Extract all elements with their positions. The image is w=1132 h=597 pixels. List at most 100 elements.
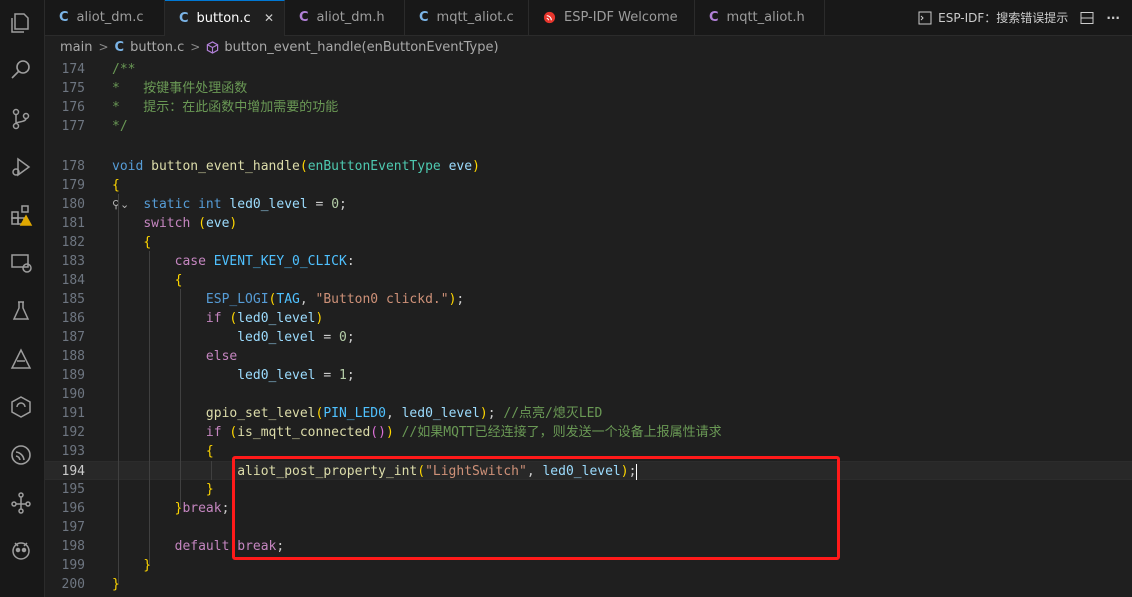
code-line[interactable]: 183 case EVENT_KEY_0_CLICK: [45, 252, 1132, 271]
tree-icon[interactable] [6, 488, 36, 518]
code-line[interactable]: 182 { [45, 233, 1132, 252]
testing-icon[interactable] [6, 296, 36, 326]
line-code: { [174, 273, 183, 288]
line-number: 183 [61, 254, 85, 269]
tab-label: ESP-IDF Welcome [564, 10, 678, 25]
line-number: 191 [61, 406, 85, 421]
code-line[interactable]: 188 else [45, 347, 1132, 366]
code-line[interactable]: 200} [45, 575, 1132, 594]
line-number: 190 [61, 387, 85, 402]
editor-actions: ESP-IDF：搜索错误提示 ··· [918, 0, 1120, 35]
line-code: ESP_LOGI(TAG, "Button0 clickd."); [205, 292, 465, 307]
code-line[interactable]: 180 static int led0_level = 0; [45, 195, 1132, 214]
tab-aliot-dm-c[interactable]: C aliot_dm.c [45, 0, 165, 35]
close-icon[interactable]: ✕ [264, 11, 274, 25]
c-file-icon: C [114, 39, 125, 55]
code-line[interactable]: 191 gpio_set_level(PIN_LED0, led0_level)… [45, 404, 1132, 423]
chip-icon[interactable] [6, 392, 36, 422]
tab-esp-idf-welcome[interactable]: ESP-IDF Welcome [529, 0, 695, 35]
terminal-icon [918, 11, 932, 24]
c-file-icon: C [419, 10, 429, 25]
code-line[interactable]: 185 ESP_LOGI(TAG, "Button0 clickd."); [45, 290, 1132, 309]
line-number: 179 [61, 178, 85, 193]
code-line[interactable]: 175 * 按键事件处理函数 [45, 79, 1132, 98]
tab-mqtt-aliot-c[interactable]: C mqtt_aliot.c [405, 0, 529, 35]
code-line[interactable]: 189 led0_level = 1; [45, 366, 1132, 385]
line-number: 189 [61, 368, 85, 383]
line-code: gpio_set_level(PIN_LED0, led0_level); //… [205, 406, 603, 421]
activity-bar [0, 0, 45, 597]
tab-aliot-dm-h[interactable]: C aliot_dm.h [285, 0, 405, 35]
indent-guide [211, 461, 212, 480]
espressif-icon[interactable] [6, 440, 36, 470]
method-icon [207, 40, 219, 54]
line-number: 186 [61, 311, 85, 326]
line-number: 188 [61, 349, 85, 364]
code-line[interactable]: 178 void button_event_handle(enButtonEven… [45, 157, 1132, 176]
tab-label: button.c [196, 11, 251, 26]
line-code: * 按键事件处理函数 [112, 81, 248, 96]
breadcrumb-symbol[interactable]: button_event_handle(enButtonEventType) [206, 40, 499, 55]
split-editor-icon[interactable] [1080, 11, 1094, 25]
code-line[interactable]: 187 led0_level = 0; [45, 328, 1132, 347]
idf-icon[interactable] [6, 344, 36, 374]
search-icon[interactable] [6, 55, 36, 85]
line-number: 187 [61, 330, 85, 345]
line-code: } [205, 482, 214, 497]
run-debug-icon[interactable] [6, 152, 36, 182]
tab-label: aliot_dm.c [76, 10, 144, 25]
code-line[interactable]: 190 [45, 385, 1132, 404]
line-code: switch (eve) [143, 216, 238, 231]
code-line[interactable]: 179 { [45, 176, 1132, 195]
esp-idf-search-error-button[interactable]: ESP-IDF：搜索错误提示 [918, 9, 1068, 26]
tab-label: mqtt_aliot.h [726, 10, 805, 25]
code-line[interactable]: 186 if (led0_level) [45, 309, 1132, 328]
editor-tab-bar: C aliot_dm.c C button.c ✕ C aliot_dm.h C… [45, 0, 1132, 36]
line-code: if (led0_level) [205, 311, 324, 326]
line-number: 184 [61, 273, 85, 288]
line-code: /** [112, 62, 136, 77]
code-line[interactable]: 177 */ [45, 117, 1132, 136]
more-actions-icon[interactable]: ··· [1106, 11, 1120, 25]
source-control-icon[interactable] [6, 104, 36, 134]
line-number: 198 [61, 539, 85, 554]
explorer-icon[interactable] [6, 8, 36, 38]
line-number: 185 [61, 292, 85, 307]
line-number: 178 [61, 159, 85, 174]
code-line[interactable]: 176 * 提示：在此函数中增加需要的功能 [45, 98, 1132, 117]
line-number: 182 [61, 235, 85, 250]
line-code: else [205, 349, 238, 364]
code-line[interactable]: 184 { [45, 271, 1132, 290]
tab-mqtt-aliot-h[interactable]: C mqtt_aliot.h [695, 0, 825, 35]
line-code: */ [112, 119, 128, 134]
line-code: * 提示：在此函数中增加需要的功能 [112, 100, 339, 115]
line-number: 194 [61, 464, 85, 479]
indent-guide [149, 251, 150, 565]
tab-button-c[interactable]: C button.c ✕ [165, 0, 285, 36]
line-number: 197 [61, 520, 85, 535]
code-editor[interactable]: 174/** 175 * 按键事件处理函数 176 * 提示：在此函数中增加需要的功能 1… [45, 58, 1132, 597]
line-number: 181 [61, 216, 85, 231]
remote-explorer-icon[interactable] [6, 248, 36, 278]
breadcrumb-file[interactable]: Cbutton.c [115, 40, 185, 55]
code-line[interactable]: 181 switch (eve) [45, 214, 1132, 233]
line-number: 180 [61, 197, 85, 212]
code-line[interactable]: 192 if (is_mqtt_connected()) //如果MQTT已经连… [45, 423, 1132, 442]
c-file-icon: C [179, 11, 189, 26]
extensions-warning-icon[interactable] [6, 200, 36, 230]
line-code: void button_event_handle(enButtonEventTy… [112, 159, 480, 174]
platformio-icon[interactable] [6, 536, 36, 566]
header-file-icon: C [299, 10, 309, 25]
line-number: 199 [61, 558, 85, 573]
fold-chevron-icon[interactable]: ⚲⌄ [112, 198, 129, 211]
vscode-window: C aliot_dm.c C button.c ✕ C aliot_dm.h C… [0, 0, 1132, 597]
code-line[interactable]: 174 /** [45, 60, 1132, 79]
header-file-icon: C [709, 10, 719, 25]
line-code: { [205, 444, 214, 459]
line-number: 195 [61, 482, 85, 497]
chevron-right-icon: > [190, 40, 201, 54]
line-number: 200 [61, 577, 85, 592]
line-number: 192 [61, 425, 85, 440]
line-number: 174 [61, 62, 85, 77]
breadcrumb-branch[interactable]: main [60, 40, 92, 55]
